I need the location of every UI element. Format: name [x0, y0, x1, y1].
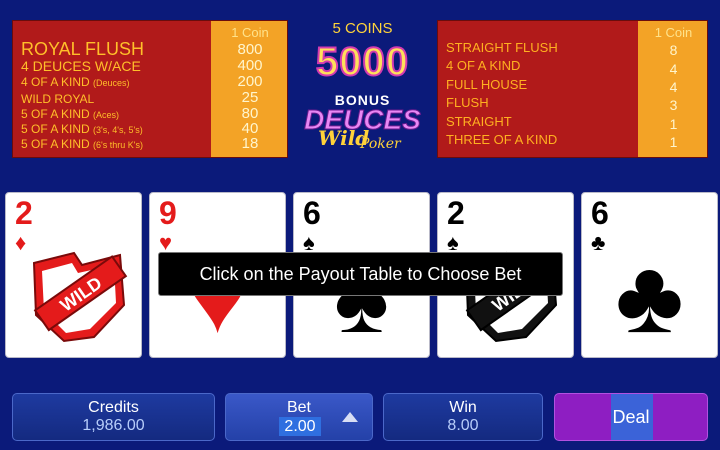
wild-deuce-art: WILD [32, 251, 128, 343]
coins-header: 1 Coin [654, 25, 693, 40]
coins-header: 1 Coin [231, 25, 269, 40]
club-suit-icon: ♣ [615, 239, 684, 355]
pay-hand: 5 OF A KIND (Aces) [21, 107, 120, 121]
game-logo: BONUS DEUCES Wild Poker [296, 92, 429, 154]
pay-hand: FULL HOUSE [446, 77, 528, 92]
payout-value: 3 [669, 97, 678, 113]
credits-label: Credits [88, 399, 139, 416]
pay-hand: THREE OF A KIND [446, 132, 558, 147]
jackpot-coins-label: 5 COINS [332, 20, 393, 37]
credits-panel: Credits 1,986.00 [12, 393, 215, 441]
pay-hand: STRAIGHT [446, 114, 512, 129]
deal-label: Deal [612, 407, 650, 427]
win-value: 8.00 [447, 417, 479, 434]
card-rank: 6 [303, 195, 321, 231]
payout-value: 1 [669, 116, 678, 132]
payout-value: 200 [237, 73, 263, 90]
card-1[interactable]: 2 ♦ WILD [5, 192, 142, 358]
bet-increase-arrow-icon[interactable] [342, 412, 358, 422]
bet-panel[interactable]: Bet 2.00 [225, 393, 373, 441]
card-rank: 9 [159, 195, 177, 231]
card-5[interactable]: 6 ♣ ♣ [581, 192, 718, 358]
payout-value: 4 [669, 79, 678, 95]
pay-hand: FLUSH [446, 95, 489, 110]
deal-button[interactable]: Deal [554, 393, 708, 441]
pay-hand: 5 OF A KIND (6's thru K's) [21, 137, 143, 151]
payout-value: 8 [669, 42, 678, 58]
pay-hand: ROYAL FLUSH [21, 39, 145, 59]
card-rank: 2 [15, 195, 33, 231]
pay-hand: STRAIGHT FLUSH [446, 40, 558, 55]
paytable-right-coin-column[interactable]: 1 Coin 8 4 4 3 1 1 [638, 21, 707, 157]
pay-hand: 4 OF A KIND [446, 58, 521, 73]
credits-value: 1,986.00 [82, 417, 145, 434]
paytable-left-coin-column[interactable]: 1 Coin 800 400 200 25 80 40 18 [211, 21, 287, 157]
card-rank: 2 [447, 195, 465, 231]
logo-poker-text: Poker [360, 136, 401, 152]
win-label: Win [449, 399, 477, 416]
bet-value: 2.00 [279, 417, 321, 436]
payout-value: 18 [241, 135, 259, 152]
pay-hand: 4 DEUCES w/ACE [21, 58, 141, 74]
paytable-left[interactable]: ROYAL FLUSH 4 DEUCES w/ACE 4 OF A KIND (… [12, 20, 288, 158]
pay-hand: 5 OF A KIND (3's, 4's, 5's) [21, 122, 143, 136]
win-panel: Win 8.00 [383, 393, 543, 441]
payout-value: 400 [237, 57, 263, 74]
choose-bet-tooltip: Click on the Payout Table to Choose Bet [158, 252, 563, 296]
payout-value: 1 [669, 134, 678, 150]
paytable-right[interactable]: STRAIGHT FLUSH 4 OF A KIND FULL HOUSE FL… [437, 20, 708, 158]
pay-hand: WILD ROYAL [21, 92, 95, 106]
payout-value: 800 [237, 41, 263, 58]
pay-hand: 4 OF A KIND (Deuces) [21, 75, 130, 89]
payout-value: 4 [669, 61, 678, 77]
jackpot-amount: 5000 [315, 39, 409, 85]
payout-value: 25 [241, 89, 259, 106]
card-rank: 6 [591, 195, 609, 231]
